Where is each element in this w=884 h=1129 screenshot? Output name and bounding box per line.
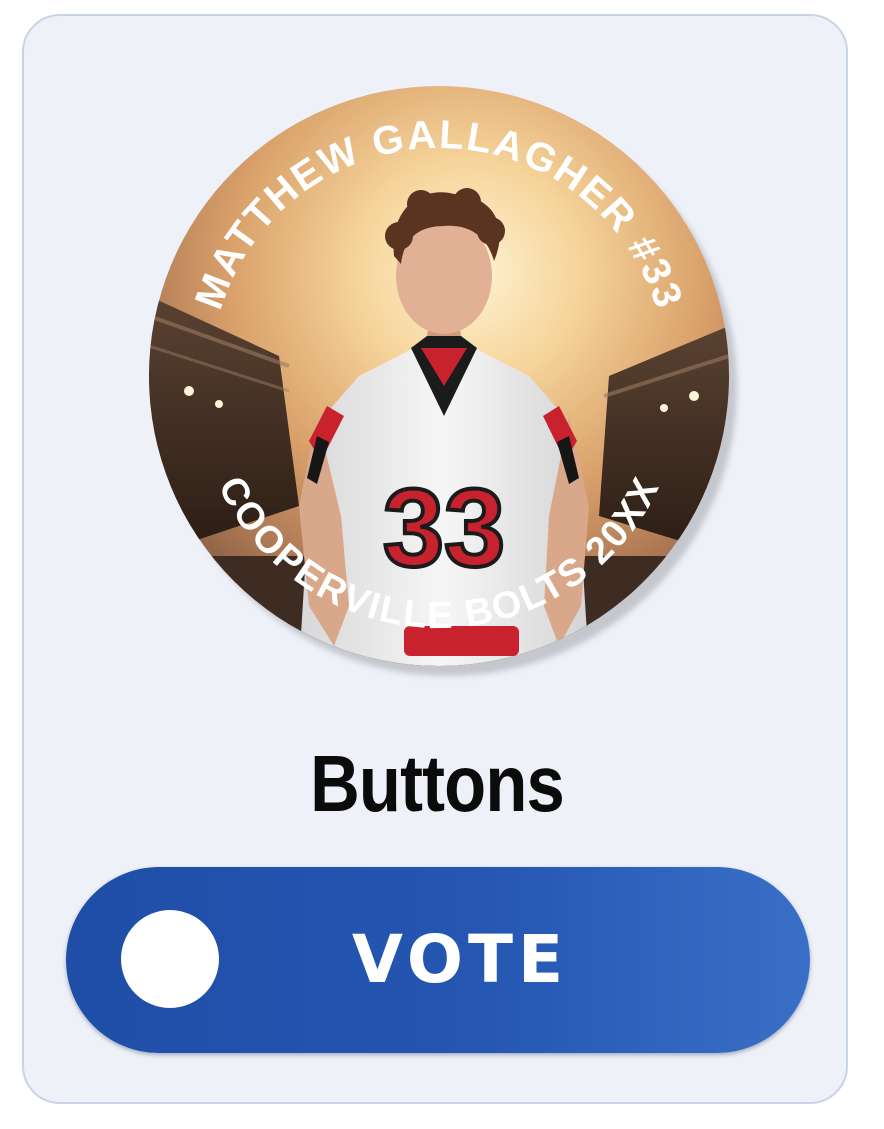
button-badge-preview[interactable]: 33 MATTHEW GALLAGHER #33 COOPERVILLE BOL…	[149, 86, 739, 676]
vote-button[interactable]: VOTE	[66, 867, 810, 1053]
vote-label: VOTE	[351, 921, 569, 998]
product-title: Buttons	[310, 739, 565, 828]
product-card[interactable]: 33 MATTHEW GALLAGHER #33 COOPERVILLE BOL…	[22, 14, 848, 1104]
badge-photo: 33 MATTHEW GALLAGHER #33 COOPERVILLE BOL…	[149, 86, 729, 666]
jersey-number: 33	[383, 467, 505, 590]
